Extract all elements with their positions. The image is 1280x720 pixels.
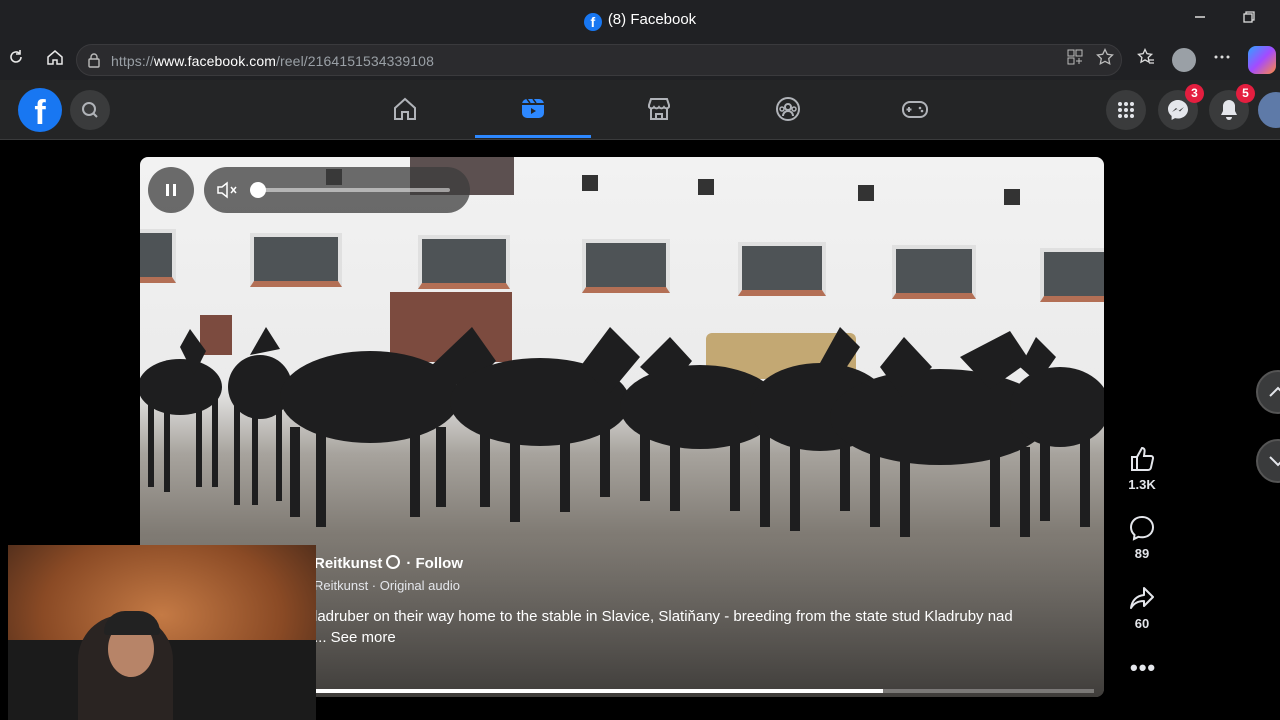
share-count: 60: [1134, 616, 1150, 631]
copilot-icon[interactable]: [1248, 46, 1276, 74]
profile-icon[interactable]: [1172, 48, 1196, 72]
reels-icon: [522, 98, 544, 118]
see-more-link[interactable]: ... See more: [314, 627, 1094, 648]
next-reel-button[interactable]: [1256, 439, 1280, 483]
favorites-icon[interactable]: [1134, 47, 1158, 72]
marketplace-icon: [648, 98, 670, 120]
gaming-icon: [902, 101, 928, 118]
like-icon: [1131, 446, 1155, 472]
url-prefix: https://: [111, 53, 154, 69]
pause-icon: [166, 184, 176, 196]
vent: [1004, 189, 1020, 205]
vent: [582, 175, 598, 191]
stable-window: [140, 229, 176, 283]
notifications-button[interactable]: 5: [1209, 84, 1255, 130]
groups-icon: [776, 97, 800, 121]
author-name[interactable]: Reitkunst: [314, 555, 382, 572]
minimize-icon[interactable]: [1190, 10, 1210, 30]
chevron-up-icon: [1269, 386, 1280, 397]
tab-groups[interactable]: [730, 80, 846, 138]
tab-title: (8) Facebook: [607, 11, 697, 28]
lock-icon[interactable]: [87, 52, 101, 68]
stable-window: [738, 242, 826, 296]
follow-button[interactable]: · Follow: [406, 555, 463, 572]
volume-slider-knob[interactable]: [250, 182, 266, 198]
tab-reels[interactable]: [475, 80, 591, 138]
account-avatar[interactable]: [1256, 90, 1280, 130]
audio-attribution[interactable]: Reitkunst · Original audio: [314, 578, 460, 593]
messenger-icon: [1168, 100, 1188, 120]
facebook-logo[interactable]: f: [18, 88, 62, 132]
vent: [698, 179, 714, 195]
url-text[interactable]: https://www.facebook.com/reel/2164151534…: [111, 53, 434, 69]
description-text: ladruber on their way home to the stable…: [314, 608, 1013, 625]
facebook-top-nav: f 3 5: [0, 80, 1280, 140]
comment-button[interactable]: 89: [1122, 514, 1162, 561]
menu-button[interactable]: [1106, 90, 1146, 130]
volume-track[interactable]: [260, 188, 450, 192]
stable-window: [418, 235, 510, 289]
address-bar[interactable]: https://www.facebook.com/reel/2164151534…: [76, 44, 1122, 76]
home-icon[interactable]: [43, 48, 67, 72]
reel-description: ladruber on their way home to the stable…: [314, 606, 1094, 648]
stable-window: [582, 239, 670, 293]
refresh-icon[interactable]: [4, 48, 28, 72]
more-options-button[interactable]: •••: [1130, 655, 1156, 681]
url-host: www.facebook.com: [153, 53, 277, 69]
tab-gaming[interactable]: [857, 80, 973, 138]
facebook-favicon-icon: f: [583, 13, 602, 31]
share-button[interactable]: 60: [1122, 584, 1162, 631]
video-progress-fill: [314, 689, 884, 693]
cap: [104, 611, 160, 635]
window-title: f (8) Facebook: [0, 11, 1280, 31]
video-progress-bar[interactable]: [314, 689, 1094, 693]
star-icon[interactable]: [1093, 47, 1117, 72]
messenger-badge: 3: [1185, 84, 1204, 103]
stable-window: [892, 245, 976, 299]
pause-button[interactable]: [148, 167, 194, 213]
volume-control[interactable]: [204, 167, 470, 213]
browser-title-bar: f (8) Facebook: [0, 0, 1280, 40]
more-icon[interactable]: [1210, 48, 1234, 72]
vent: [858, 185, 874, 201]
messenger-button[interactable]: 3: [1158, 84, 1204, 130]
grid-icon: [1118, 102, 1134, 118]
comment-count: 89: [1134, 546, 1150, 561]
restore-icon[interactable]: [1239, 10, 1259, 30]
reel-author-line: Reitkunst · Follow: [314, 555, 463, 572]
verified-icon: [386, 555, 401, 569]
notifications-badge: 5: [1236, 84, 1255, 103]
tab-marketplace[interactable]: [601, 80, 717, 138]
previous-reel-button[interactable]: [1256, 370, 1280, 414]
like-button[interactable]: 1.3K: [1122, 445, 1162, 492]
comment-icon: [1129, 515, 1155, 541]
apps-icon[interactable]: [1063, 48, 1087, 72]
stable-window: [1040, 248, 1104, 302]
share-icon: [1130, 587, 1154, 609]
stable-window: [250, 233, 342, 287]
mute-icon[interactable]: [216, 180, 238, 200]
browser-toolbar: https://www.facebook.com/reel/2164151534…: [0, 40, 1280, 80]
like-count: 1.3K: [1128, 477, 1156, 492]
bell-icon: [1221, 100, 1237, 120]
url-path: /reel/2164151534339108: [276, 53, 434, 69]
search-button[interactable]: [70, 90, 110, 130]
chevron-down-icon: [1269, 456, 1280, 467]
search-icon: [82, 102, 98, 118]
tab-home[interactable]: [347, 80, 463, 138]
home-icon: [394, 97, 416, 120]
webcam-overlay: [8, 545, 316, 720]
